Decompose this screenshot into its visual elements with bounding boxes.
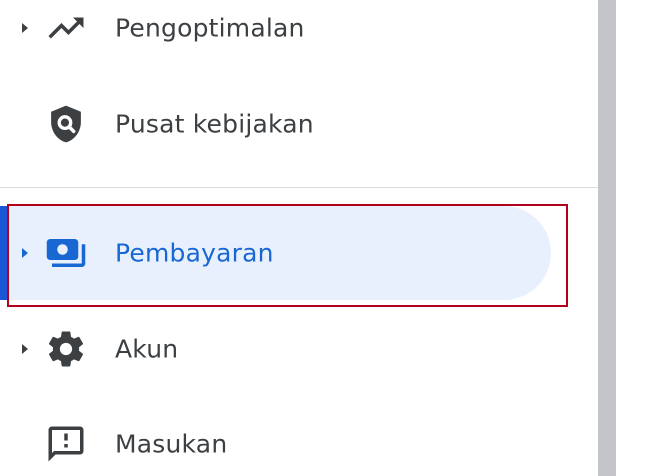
gear-icon: [45, 328, 87, 370]
sidebar-item-pengoptimalan[interactable]: Pengoptimalan: [0, 0, 598, 76]
expand-arrow-icon[interactable]: [22, 344, 28, 354]
trending-up-icon: [45, 7, 87, 49]
sidebar-nav: Pengoptimalan Pusat kebijakan Pembayaran…: [0, 0, 598, 476]
sidebar-item-label: Pengoptimalan: [115, 13, 305, 43]
sidebar-item-label: Akun: [115, 334, 179, 364]
sidebar-divider: [0, 187, 598, 188]
sidebar-item-label: Masukan: [115, 429, 228, 459]
policy-shield-icon: [45, 103, 87, 145]
page: Pengoptimalan Pusat kebijakan Pembayaran…: [0, 0, 668, 476]
sidebar-item-pembayaran[interactable]: Pembayaran: [0, 205, 598, 301]
expand-arrow-icon[interactable]: [22, 248, 28, 258]
sidebar-item-label: Pembayaran: [115, 238, 274, 268]
sidebar-item-pusat-kebijakan[interactable]: Pusat kebijakan: [0, 76, 598, 172]
content-area: [616, 0, 668, 476]
scrollbar[interactable]: [598, 0, 616, 476]
sidebar-item-akun[interactable]: Akun: [0, 301, 598, 397]
feedback-icon: [45, 423, 87, 465]
sidebar-item-masukan[interactable]: Masukan: [0, 396, 598, 476]
payments-icon: [45, 232, 87, 274]
sidebar-item-label: Pusat kebijakan: [115, 109, 314, 139]
expand-arrow-icon[interactable]: [22, 23, 28, 33]
